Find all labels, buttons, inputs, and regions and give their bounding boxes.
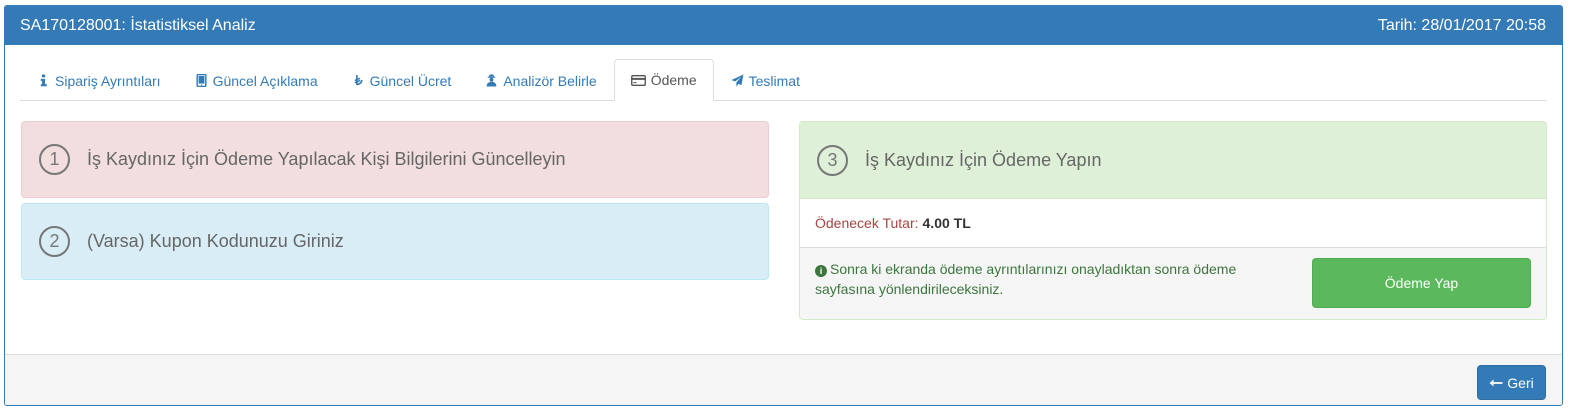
amount-value: 4.00 TL bbox=[922, 215, 971, 231]
arrow-left-icon bbox=[1489, 379, 1503, 386]
tab-teslimat[interactable]: Teslimat bbox=[714, 60, 817, 101]
amount-label: Ödenecek Tutar: bbox=[815, 215, 919, 231]
tab-label: Sipariş Ayrıntıları bbox=[55, 72, 161, 89]
step-2-coupon[interactable]: 2 (Varsa) Kupon Kodunuzu Giriniz bbox=[21, 203, 769, 280]
step-number: 3 bbox=[817, 144, 848, 176]
tab-label: Ödeme bbox=[650, 72, 697, 88]
back-button[interactable]: Geri bbox=[1477, 365, 1546, 400]
page-title: SA170128001: İstatistiksel Analiz bbox=[20, 16, 256, 34]
user-secret-icon bbox=[486, 74, 497, 87]
back-button-label: Geri bbox=[1507, 374, 1534, 391]
date-label: Tarih: 28/01/2017 20:58 bbox=[1377, 16, 1546, 34]
step-3-heading: 3 İş Kaydınız İçin Ödeme Yapın bbox=[800, 122, 1546, 199]
tab-label: Güncel Açıklama bbox=[212, 72, 318, 89]
payment-info: i Sonra ki ekranda ödeme ayrıntılarınızı … bbox=[815, 259, 1265, 299]
lira-icon bbox=[354, 75, 363, 86]
tab-guncel-ucret[interactable]: Güncel Ücret bbox=[335, 60, 469, 101]
credit-card-icon bbox=[630, 74, 646, 86]
tab-bar: Sipariş Ayrıntıları Güncel Açıklama Günc… bbox=[20, 59, 1547, 101]
tab-label: Teslimat bbox=[748, 72, 800, 89]
step-3-payment-panel: 3 İş Kaydınız İçin Ödeme Yapın Ödenecek … bbox=[799, 121, 1547, 320]
tab-guncel-aciklama[interactable]: Güncel Açıklama bbox=[178, 60, 335, 101]
panel-heading: SA170128001: İstatistiksel Analiz Tarih:… bbox=[5, 6, 1562, 45]
payment-amount-row: Ödenecek Tutar: 4.00 TL bbox=[800, 199, 1546, 248]
payment-info-text: Sonra ki ekranda ödeme ayrıntılarınızı o… bbox=[815, 261, 1237, 297]
paper-plane-icon bbox=[731, 74, 744, 87]
step-title: İş Kaydınız İçin Ödeme Yapılacak Kişi Bi… bbox=[87, 149, 566, 169]
pay-button[interactable]: Ödeme Yap bbox=[1312, 258, 1531, 308]
tab-label: Analizör Belirle bbox=[503, 72, 597, 89]
step-title: (Varsa) Kupon Kodunuzu Giriniz bbox=[87, 231, 344, 251]
tab-siparis-ayrintilari[interactable]: Sipariş Ayrıntıları bbox=[20, 60, 178, 101]
info-icon bbox=[40, 74, 47, 87]
panel-footer: Geri bbox=[5, 354, 1562, 405]
step-1-update-payer[interactable]: 1 İş Kaydınız İçin Ödeme Yapılacak Kişi … bbox=[21, 121, 769, 198]
tab-label: Güncel Ücret bbox=[369, 72, 452, 89]
tablet-icon bbox=[196, 74, 207, 87]
info-circle-icon: i bbox=[815, 265, 827, 277]
tab-analizor-belirle[interactable]: Analizör Belirle bbox=[468, 60, 613, 101]
step-number: 2 bbox=[39, 226, 70, 257]
payment-footer: i Sonra ki ekranda ödeme ayrıntılarınızı … bbox=[800, 248, 1546, 319]
step-title: İş Kaydınız İçin Ödeme Yapın bbox=[865, 149, 1102, 170]
order-panel: SA170128001: İstatistiksel Analiz Tarih:… bbox=[4, 5, 1563, 406]
step-number: 1 bbox=[39, 144, 70, 175]
tab-odeme[interactable]: Ödeme bbox=[613, 59, 714, 101]
